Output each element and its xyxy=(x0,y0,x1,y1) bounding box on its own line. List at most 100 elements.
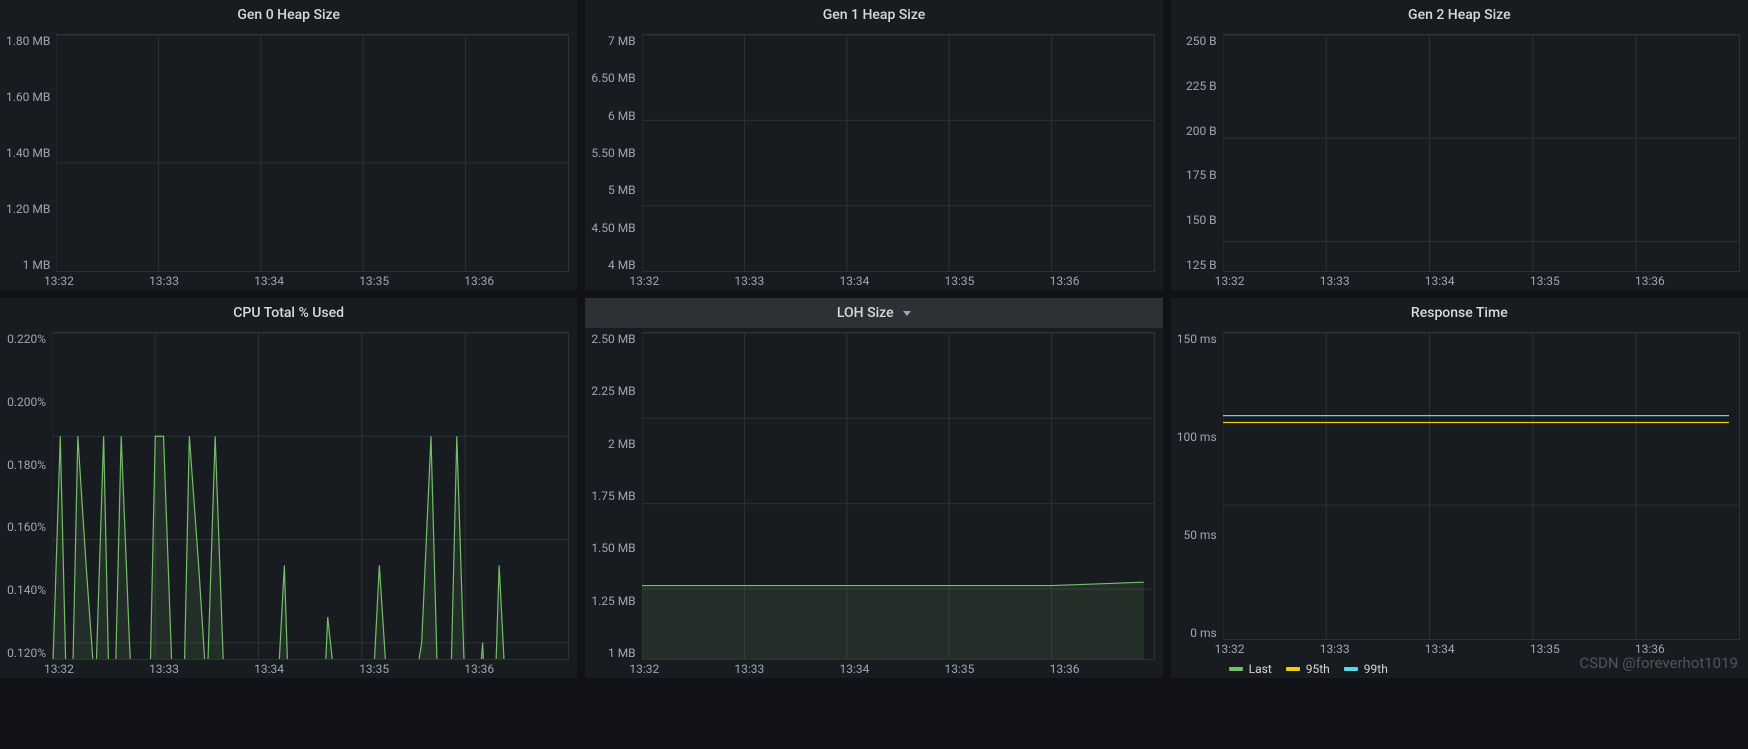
y-tick: 0.120% xyxy=(6,646,46,660)
dashboard-grid: Gen 0 Heap Size 1.80 MB 1.60 MB 1.40 MB 1.2… xyxy=(0,0,1748,749)
x-tick: 13:33 xyxy=(149,274,254,288)
y-tick: 225 B xyxy=(1177,79,1217,93)
y-tick: 1.60 MB xyxy=(6,90,50,104)
x-axis-loh: 13:3213:3313:3413:3513:36 xyxy=(643,662,1154,676)
panel-title-gen1[interactable]: Gen 1 Heap Size xyxy=(585,0,1162,30)
x-tick: 13:34 xyxy=(1425,274,1530,288)
x-tick: 13:34 xyxy=(254,274,359,288)
y-axis-gen0: 1.80 MB 1.60 MB 1.40 MB 1.20 MB 1 MB xyxy=(6,34,56,272)
x-tick: 13:34 xyxy=(839,662,944,676)
y-tick: 4 MB xyxy=(591,258,635,272)
plot-cpu[interactable] xyxy=(52,332,569,660)
panel-title-gen2[interactable]: Gen 2 Heap Size xyxy=(1171,0,1748,30)
x-tick: 13:33 xyxy=(734,662,839,676)
panel-cpu[interactable]: CPU Total % Used 0.220% 0.200% 0.180% 0.160… xyxy=(0,298,577,678)
panel-title-cpu[interactable]: CPU Total % Used xyxy=(0,298,577,328)
chart-resp: 150 ms 100 ms 50 ms 0 ms 13:3213:3313:3413:… xyxy=(1171,328,1748,678)
panel-loh[interactable]: LOH Size 2.50 MB 2.25 MB 2 MB 1.75 MB 1.50 M… xyxy=(585,298,1162,678)
x-tick: 13:34 xyxy=(1425,642,1530,656)
x-tick: 13:36 xyxy=(1050,662,1155,676)
x-tick: 13:33 xyxy=(734,274,839,288)
y-tick: 200 B xyxy=(1177,124,1217,138)
y-tick: 0.160% xyxy=(6,520,46,534)
y-tick: 6 MB xyxy=(591,109,635,123)
y-tick: 6.50 MB xyxy=(591,71,635,85)
y-tick: 1.20 MB xyxy=(6,202,50,216)
x-tick: 13:34 xyxy=(254,662,359,676)
plot-gen0[interactable] xyxy=(56,34,569,272)
x-tick: 13:35 xyxy=(1530,642,1635,656)
y-tick: 150 B xyxy=(1177,213,1217,227)
y-tick: 0.140% xyxy=(6,583,46,597)
y-tick: 250 B xyxy=(1177,34,1217,48)
legend-item-last[interactable]: Last xyxy=(1229,662,1272,676)
plot-loh[interactable] xyxy=(642,332,1155,660)
chevron-down-icon[interactable] xyxy=(903,311,911,316)
x-tick: 13:36 xyxy=(1050,274,1155,288)
y-tick: 7 MB xyxy=(591,34,635,48)
y-tick: 4.50 MB xyxy=(591,221,635,235)
y-tick: 2.25 MB xyxy=(591,384,635,398)
y-tick: 1.40 MB xyxy=(6,146,50,160)
x-axis-gen0: 13:3213:3313:3413:3513:36 xyxy=(58,274,569,288)
plot-gen1[interactable] xyxy=(642,34,1155,272)
y-tick: 0.220% xyxy=(6,332,46,346)
y-tick: 150 ms xyxy=(1177,332,1217,346)
y-tick: 5.50 MB xyxy=(591,146,635,160)
panel-gen2[interactable]: Gen 2 Heap Size 250 B 225 B 200 B 175 B 150 … xyxy=(1171,0,1748,290)
x-tick: 13:32 xyxy=(44,662,149,676)
panel-resp[interactable]: Response Time 150 ms 100 ms 50 ms 0 ms 13:3… xyxy=(1171,298,1748,678)
panel-gen0[interactable]: Gen 0 Heap Size 1.80 MB 1.60 MB 1.40 MB 1.2… xyxy=(0,0,577,290)
x-axis-resp: 13:3213:3313:3413:3513:36 xyxy=(1229,642,1740,656)
y-tick: 1.50 MB xyxy=(591,541,635,555)
chart-loh: 2.50 MB2.25 MB2 MB1.75 MB1.50 MB1.25 MB1… xyxy=(585,328,1162,678)
y-tick: 50 ms xyxy=(1177,528,1217,542)
y-tick: 1 MB xyxy=(591,646,635,660)
y-tick: 1.80 MB xyxy=(6,34,50,48)
plot-resp[interactable] xyxy=(1223,332,1740,640)
chart-cpu: 0.220% 0.200% 0.180% 0.160% 0.140% 0.120% 13:… xyxy=(0,328,577,678)
x-tick: 13:36 xyxy=(1635,642,1740,656)
x-tick: 13:36 xyxy=(464,274,569,288)
legend-item-99th[interactable]: 99th xyxy=(1344,662,1388,676)
x-axis-cpu: 13:3213:3313:3413:3513:36 xyxy=(58,662,569,676)
swatch-95th xyxy=(1286,667,1300,671)
x-tick: 13:34 xyxy=(839,274,944,288)
chart-gen2: 250 B225 B200 B175 B150 B125 B 13:3213:3… xyxy=(1171,30,1748,290)
panel-gen1[interactable]: Gen 1 Heap Size 7 MB 6.50 MB 6 MB 5.50 MB 5 … xyxy=(585,0,1162,290)
x-tick: 13:32 xyxy=(1215,274,1320,288)
x-tick: 13:32 xyxy=(44,274,149,288)
y-tick: 0 ms xyxy=(1177,626,1217,640)
panel-title-gen0[interactable]: Gen 0 Heap Size xyxy=(0,0,577,30)
x-axis-gen1: 13:3213:3313:3413:3513:36 xyxy=(643,274,1154,288)
x-tick: 13:33 xyxy=(1320,642,1425,656)
plot-gen2[interactable] xyxy=(1223,34,1740,272)
chart-gen0: 1.80 MB1.60 MB1.40 MB1.20 MB1 MB 13:3213… xyxy=(0,30,577,290)
y-tick: 0.180% xyxy=(6,458,46,472)
y-tick: 2.50 MB xyxy=(591,332,635,346)
y-tick: 5 MB xyxy=(591,183,635,197)
x-tick: 13:35 xyxy=(945,662,1050,676)
x-tick: 13:33 xyxy=(1320,274,1425,288)
y-axis-gen1: 7 MB 6.50 MB 6 MB 5.50 MB 5 MB 4.50 MB 4 MB xyxy=(591,34,641,272)
swatch-99th xyxy=(1344,667,1358,671)
y-tick: 100 ms xyxy=(1177,430,1217,444)
legend-item-95th[interactable]: 95th xyxy=(1286,662,1330,676)
y-tick: 175 B xyxy=(1177,168,1217,182)
y-axis-cpu: 0.220% 0.200% 0.180% 0.160% 0.140% 0.120% xyxy=(6,332,52,660)
chart-gen1: 7 MB 6.50 MB 6 MB 5.50 MB 5 MB 4.50 MB 4 MB 13… xyxy=(585,30,1162,290)
panel-title-loh-label: LOH Size xyxy=(837,305,894,321)
y-tick: 1 MB xyxy=(6,258,50,272)
y-tick: 0.200% xyxy=(6,395,46,409)
x-tick: 13:36 xyxy=(1635,274,1740,288)
x-tick: 13:35 xyxy=(359,274,464,288)
panel-title-loh[interactable]: LOH Size xyxy=(585,298,1162,328)
y-tick: 125 B xyxy=(1177,258,1217,272)
y-tick: 1.75 MB xyxy=(591,489,635,503)
y-tick: 2 MB xyxy=(591,437,635,451)
x-tick: 13:35 xyxy=(1530,274,1635,288)
y-axis-loh: 2.50 MB2.25 MB2 MB1.75 MB1.50 MB1.25 MB1… xyxy=(591,332,641,660)
x-tick: 13:35 xyxy=(945,274,1050,288)
x-axis-gen2: 13:3213:3313:3413:3513:36 xyxy=(1229,274,1740,288)
panel-title-resp[interactable]: Response Time xyxy=(1171,298,1748,328)
